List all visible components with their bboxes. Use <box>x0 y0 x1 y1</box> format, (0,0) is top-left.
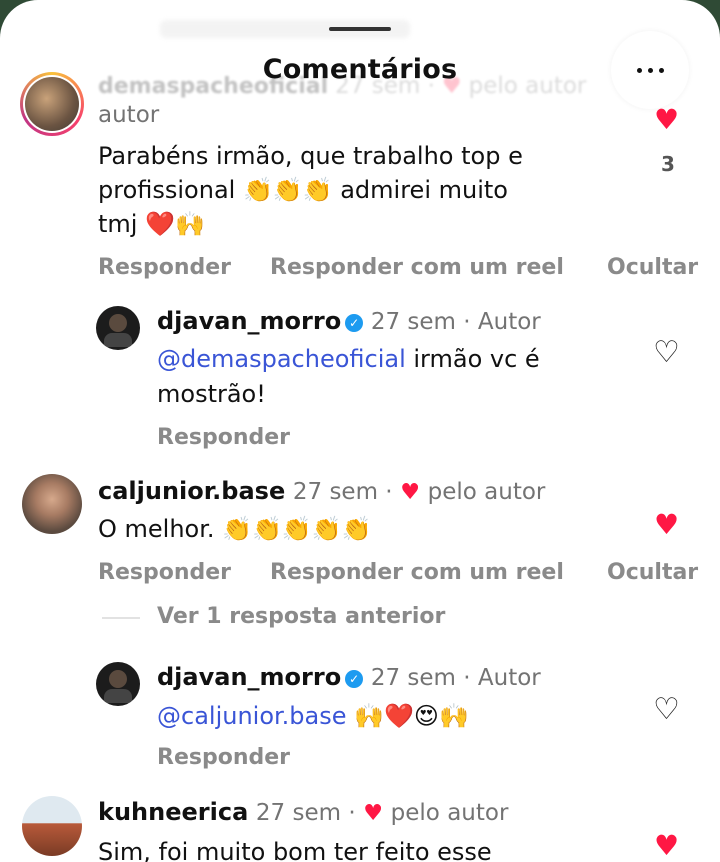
reply2-header: djavan_morro ✓ 27 sem · Autor <box>157 663 541 691</box>
like-heart-icon[interactable]: ♥ <box>654 106 679 134</box>
mention-link[interactable]: @demaspacheoficial <box>157 345 406 373</box>
username[interactable]: caljunior.base <box>98 477 285 505</box>
more-horizontal-icon <box>637 68 642 73</box>
comment3-text: Sim, foi muito bom ter feito esse <box>98 838 492 862</box>
mention-link[interactable]: @caljunior.base <box>157 702 347 730</box>
comment1-text-line2: profissional 👏👏👏 admirei muito <box>98 176 508 204</box>
verified-badge-icon: ✓ <box>345 670 364 688</box>
hide-button[interactable]: Ocultar <box>607 255 698 280</box>
like-heart-icon[interactable]: ♥ <box>654 832 679 860</box>
drag-handle[interactable] <box>329 27 391 31</box>
comment2-text: O melhor. 👏👏👏👏👏 <box>98 515 372 543</box>
reply-button[interactable]: Responder <box>98 255 231 280</box>
verified-badge-icon: ✓ <box>345 314 364 332</box>
like-heart-icon[interactable]: ♥ <box>654 511 679 539</box>
comment2-header: caljunior.base 27 sem · ♥ pelo autor <box>98 477 546 505</box>
avatar[interactable] <box>20 72 84 136</box>
view-previous-replies-button[interactable]: Ver 1 resposta anterior <box>157 604 445 629</box>
comment1-text-line3: tmj ❤️🙌 <box>98 210 205 238</box>
username[interactable]: djavan_morro <box>157 663 341 691</box>
like-heart-outline-icon[interactable]: ♡ <box>653 338 680 368</box>
reply2-text: @caljunior.base 🙌❤️😍🙌 <box>157 702 469 730</box>
reply-button[interactable]: Responder <box>157 425 290 450</box>
avatar[interactable] <box>22 474 82 534</box>
avatar[interactable] <box>22 796 82 856</box>
reply1-text-line1: @demaspacheoficial irmão vc é <box>157 345 540 373</box>
avatar[interactable] <box>96 306 140 350</box>
username[interactable]: kuhneerica <box>98 798 248 826</box>
comment1-text-line1: Parabéns irmão, que trabalho top e <box>98 142 523 170</box>
reply-button[interactable]: Responder <box>157 745 290 770</box>
reply-with-reel-button[interactable]: Responder com um reel <box>270 255 564 280</box>
like-count: 3 <box>661 152 675 176</box>
heart-icon: ♥ <box>363 801 384 826</box>
comments-sheet: demaspacheoficial 27 sem · ♥ pelo autor … <box>0 0 720 862</box>
replies-divider <box>102 617 140 619</box>
more-options-button[interactable] <box>611 31 689 109</box>
avatar[interactable] <box>96 662 140 706</box>
reply-with-reel-button[interactable]: Responder com um reel <box>270 560 564 585</box>
reply-button[interactable]: Responder <box>98 560 231 585</box>
reply1-text-line2: mostrão! <box>157 380 266 408</box>
heart-icon: ♥ <box>400 480 420 505</box>
username[interactable]: djavan_morro <box>157 307 341 335</box>
reply1-header: djavan_morro ✓ 27 sem · Autor <box>157 307 541 335</box>
hide-button[interactable]: Ocultar <box>607 560 698 585</box>
comment1-liked-author: autor <box>98 102 160 128</box>
like-heart-outline-icon[interactable]: ♡ <box>653 695 680 725</box>
comment3-header: kuhneerica 27 sem · ♥ pelo autor <box>98 798 509 826</box>
